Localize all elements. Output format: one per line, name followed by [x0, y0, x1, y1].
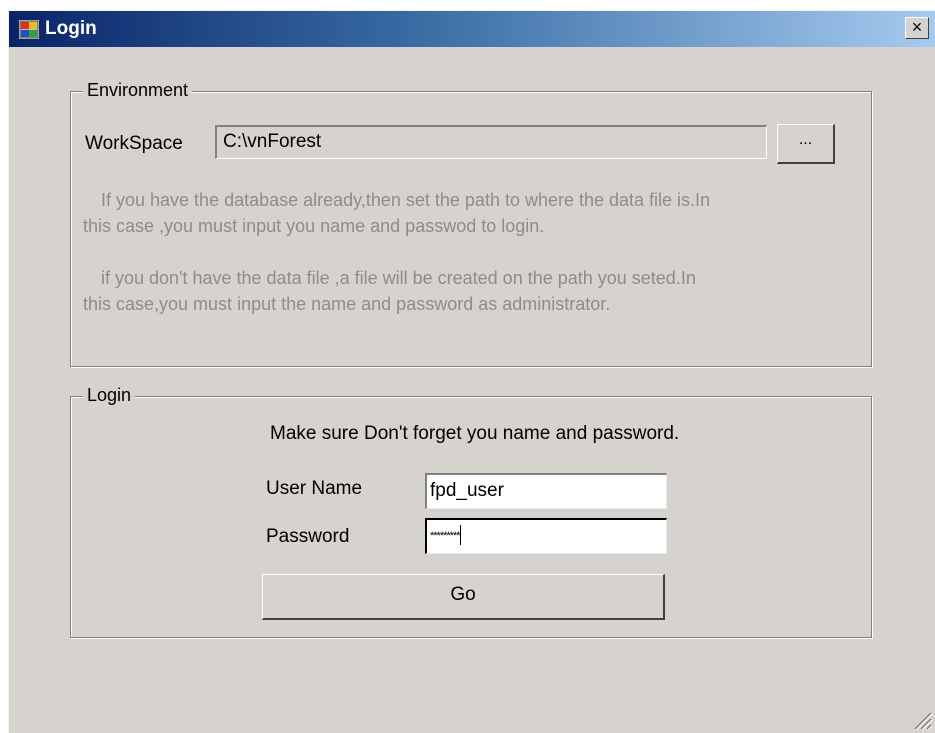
text-caret [459, 525, 461, 545]
login-hint: Make sure Don't forget you name and pass… [270, 423, 680, 444]
close-button[interactable]: × [905, 17, 929, 39]
info-line-3: if you don't have the data file ,a file … [101, 268, 696, 288]
environment-info-2: if you don't have the data file ,a file … [83, 265, 853, 317]
username-label: User Name [266, 478, 363, 499]
resize-grip-icon[interactable] [911, 709, 933, 731]
login-legend: Login [83, 385, 136, 406]
workspace-label: WorkSpace [85, 133, 183, 154]
info-line-2: this case ,you must input you name and p… [83, 216, 545, 236]
title-bar[interactable]: Login × [9, 11, 935, 47]
password-field[interactable]: ********* [425, 518, 667, 554]
info-line-4: this case,you must input the name and pa… [83, 294, 611, 314]
browse-button[interactable]: ... [777, 124, 835, 164]
password-label: Password [266, 526, 350, 547]
go-button[interactable]: Go [262, 574, 665, 620]
login-window: Login × Environment WorkSpace C:\vnFores… [8, 10, 935, 733]
username-field[interactable]: fpd_user [425, 473, 667, 509]
environment-legend: Environment [83, 80, 193, 101]
password-value: ********* [430, 530, 461, 542]
workspace-field[interactable]: C:\vnForest [215, 125, 767, 159]
window-title: Login [45, 18, 97, 39]
close-icon: × [911, 17, 923, 37]
app-icon [19, 20, 39, 39]
info-line-1: If you have the database already,then se… [101, 190, 711, 210]
environment-info-1: If you have the database already,then se… [83, 187, 853, 239]
